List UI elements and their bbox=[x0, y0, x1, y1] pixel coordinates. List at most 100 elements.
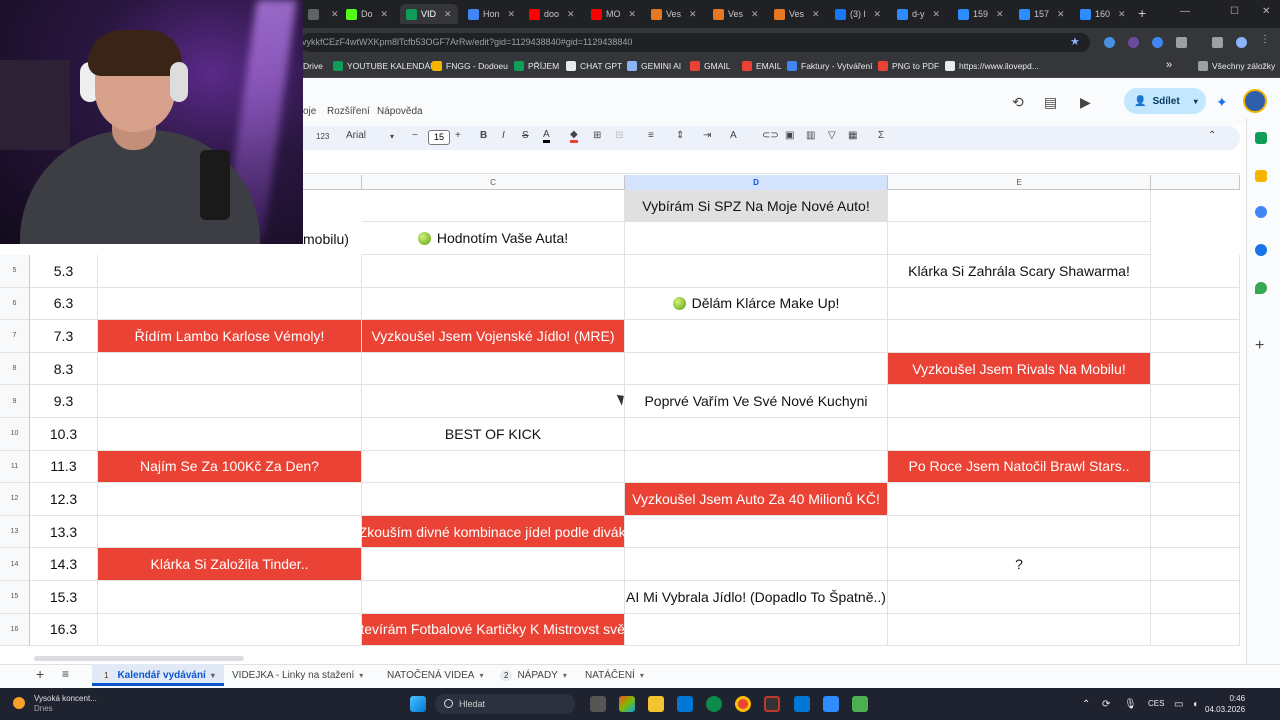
chevron-down-icon[interactable]: ▾ bbox=[563, 671, 567, 680]
cell[interactable] bbox=[1151, 385, 1240, 418]
row-header[interactable]: 15 bbox=[0, 581, 30, 614]
bookmark-item[interactable]: GMAIL bbox=[690, 61, 730, 71]
date-cell[interactable]: 12.3 bbox=[30, 483, 98, 516]
more-bookmarks-icon[interactable]: » bbox=[1166, 59, 1172, 71]
date-cell[interactable]: 16.3 bbox=[30, 613, 98, 647]
cell[interactable] bbox=[1151, 287, 1240, 321]
date-cell[interactable]: 14.3 bbox=[30, 548, 98, 581]
merge-icon[interactable]: ⊟ bbox=[615, 130, 623, 141]
cell[interactable] bbox=[362, 287, 625, 321]
history-icon[interactable]: ⟲ bbox=[1012, 94, 1024, 111]
cell[interactable] bbox=[1151, 418, 1240, 451]
sheet-tab[interactable]: 2 NÁPADY ▾ bbox=[500, 670, 567, 681]
row-header[interactable]: 5 bbox=[0, 255, 30, 288]
app-icon[interactable] bbox=[794, 696, 810, 712]
menu-dots-icon[interactable]: ⋮ bbox=[1260, 34, 1271, 45]
add-sheet-button[interactable]: + bbox=[36, 666, 44, 682]
share-dropdown-icon[interactable]: ▾ bbox=[1194, 97, 1198, 106]
bookmark-item[interactable]: FNGG - Dodoeu bbox=[432, 61, 508, 71]
extension-icon[interactable] bbox=[1104, 37, 1115, 48]
row-header[interactable]: 12 bbox=[0, 483, 30, 516]
bookmark-item[interactable]: YOUTUBE KALENDÁŘ bbox=[333, 61, 436, 71]
volume-icon[interactable]: ◖ bbox=[1192, 699, 1198, 710]
column-header-f[interactable] bbox=[1151, 175, 1240, 190]
cell[interactable] bbox=[362, 190, 625, 222]
number-format-button[interactable]: 123 bbox=[316, 132, 329, 141]
task-view-icon[interactable] bbox=[590, 696, 606, 712]
cell[interactable] bbox=[1151, 548, 1240, 581]
chevron-down-icon[interactable]: ▾ bbox=[390, 132, 394, 141]
sheet-tab[interactable]: 1 Kalendář vydávání ▾ bbox=[100, 670, 215, 681]
cell[interactable] bbox=[625, 548, 888, 581]
maximize-icon[interactable]: ☐ bbox=[1230, 6, 1239, 17]
chevron-down-icon[interactable]: ▾ bbox=[479, 671, 483, 680]
row-header[interactable]: 10 bbox=[0, 418, 30, 451]
microphone-icon[interactable]: 🎙 bbox=[1124, 699, 1137, 710]
cell[interactable] bbox=[625, 255, 888, 288]
cell[interactable]: Otevírám Fotbalové Kartičky K Mistrovst … bbox=[349, 613, 637, 647]
gemini-icon[interactable]: ✦ bbox=[1216, 94, 1228, 111]
comments-icon[interactable]: ▤ bbox=[1044, 94, 1057, 111]
browser-tab[interactable]: Ves ✕ bbox=[707, 4, 765, 24]
filter-views-icon[interactable]: ▦ bbox=[848, 130, 857, 141]
cell[interactable] bbox=[888, 581, 1151, 614]
cell[interactable] bbox=[1151, 483, 1240, 516]
column-header-d[interactable]: D bbox=[625, 175, 888, 190]
extension-icon[interactable] bbox=[1128, 37, 1139, 48]
cell[interactable] bbox=[1151, 581, 1240, 614]
cell[interactable] bbox=[98, 581, 362, 614]
row-header[interactable]: 7 bbox=[0, 320, 30, 353]
close-tab-icon[interactable]: ✕ bbox=[689, 9, 697, 20]
cell[interactable]: Hodnotím Vaše Auta! bbox=[362, 222, 625, 255]
cell[interactable]: Klárka Si Zahrála Scary Shawarma! bbox=[888, 255, 1151, 288]
cell[interactable]: Najím Se Za 100Kč Za Den? bbox=[98, 450, 362, 484]
cell[interactable] bbox=[1151, 450, 1240, 484]
functions-icon[interactable]: Σ bbox=[878, 130, 884, 141]
cell[interactable]: Klárka Si Založila Tinder.. bbox=[98, 548, 362, 581]
date-cell[interactable]: 13.3 bbox=[30, 515, 98, 549]
bookmark-item[interactable]: Drive bbox=[303, 61, 323, 71]
cell[interactable]: AI Mi Vybrala Jídlo! (Dopadlo To Špatně.… bbox=[625, 581, 888, 614]
browser-tab[interactable]: 160 ✕ bbox=[1074, 4, 1132, 24]
new-tab-button[interactable]: + bbox=[1138, 5, 1146, 21]
column-header-c[interactable]: C bbox=[362, 175, 625, 190]
cell[interactable] bbox=[888, 385, 1151, 418]
cell[interactable] bbox=[625, 515, 888, 549]
bookmark-item[interactable]: CHAT GPT bbox=[566, 61, 622, 71]
browser-tab[interactable]: Do ✕ bbox=[340, 4, 394, 24]
close-tab-icon[interactable]: ✕ bbox=[444, 9, 452, 20]
start-button-icon[interactable] bbox=[410, 696, 426, 712]
browser-tab[interactable]: (3) l ✕ bbox=[829, 4, 887, 24]
close-tab-icon[interactable]: ✕ bbox=[874, 9, 882, 20]
cell-partial-b4[interactable]: mobilu) bbox=[303, 222, 362, 255]
cell[interactable] bbox=[362, 255, 625, 288]
cell[interactable] bbox=[362, 483, 625, 516]
fill-color-icon[interactable]: ◆ bbox=[570, 130, 578, 143]
browser-tab[interactable]: Ves ✕ bbox=[768, 4, 826, 24]
strikethrough-icon[interactable]: S bbox=[522, 130, 529, 141]
chevron-down-icon[interactable]: ▾ bbox=[640, 671, 644, 680]
browser-tab[interactable]: VID ✕ bbox=[400, 4, 458, 24]
close-tab-icon[interactable]: ✕ bbox=[567, 9, 575, 20]
file-explorer-icon[interactable] bbox=[648, 696, 664, 712]
cell[interactable] bbox=[1151, 255, 1240, 288]
close-window-icon[interactable]: ✕ bbox=[1262, 6, 1270, 17]
cell[interactable] bbox=[98, 287, 362, 321]
cell[interactable] bbox=[362, 548, 625, 581]
date-cell[interactable]: 8.3 bbox=[30, 352, 98, 386]
minimize-icon[interactable]: — bbox=[1180, 6, 1190, 17]
bookmark-item[interactable]: Faktury - Vytváření bbox=[787, 61, 872, 71]
share-button[interactable]: 👤 Sdílet ▾ bbox=[1124, 88, 1206, 114]
cell[interactable] bbox=[1151, 613, 1240, 647]
bookmark-item[interactable]: GEMINI AI bbox=[627, 61, 681, 71]
cell[interactable]: Vyzkoušel Jsem Auto Za 40 Milionů KČ! bbox=[625, 483, 888, 516]
cell[interactable] bbox=[625, 352, 888, 386]
font-size-input[interactable]: 15 bbox=[428, 130, 450, 145]
meet-icon[interactable]: ▶ bbox=[1080, 94, 1091, 111]
network-icon[interactable]: ▭ bbox=[1174, 699, 1183, 710]
extension-icon[interactable] bbox=[1152, 37, 1163, 48]
tray-chevron-icon[interactable]: ⌃ bbox=[1082, 699, 1090, 710]
sheet-tab[interactable]: NATÁČENÍ ▾ bbox=[585, 670, 644, 681]
column-header-e[interactable]: E bbox=[888, 175, 1151, 190]
cell[interactable] bbox=[362, 352, 625, 386]
